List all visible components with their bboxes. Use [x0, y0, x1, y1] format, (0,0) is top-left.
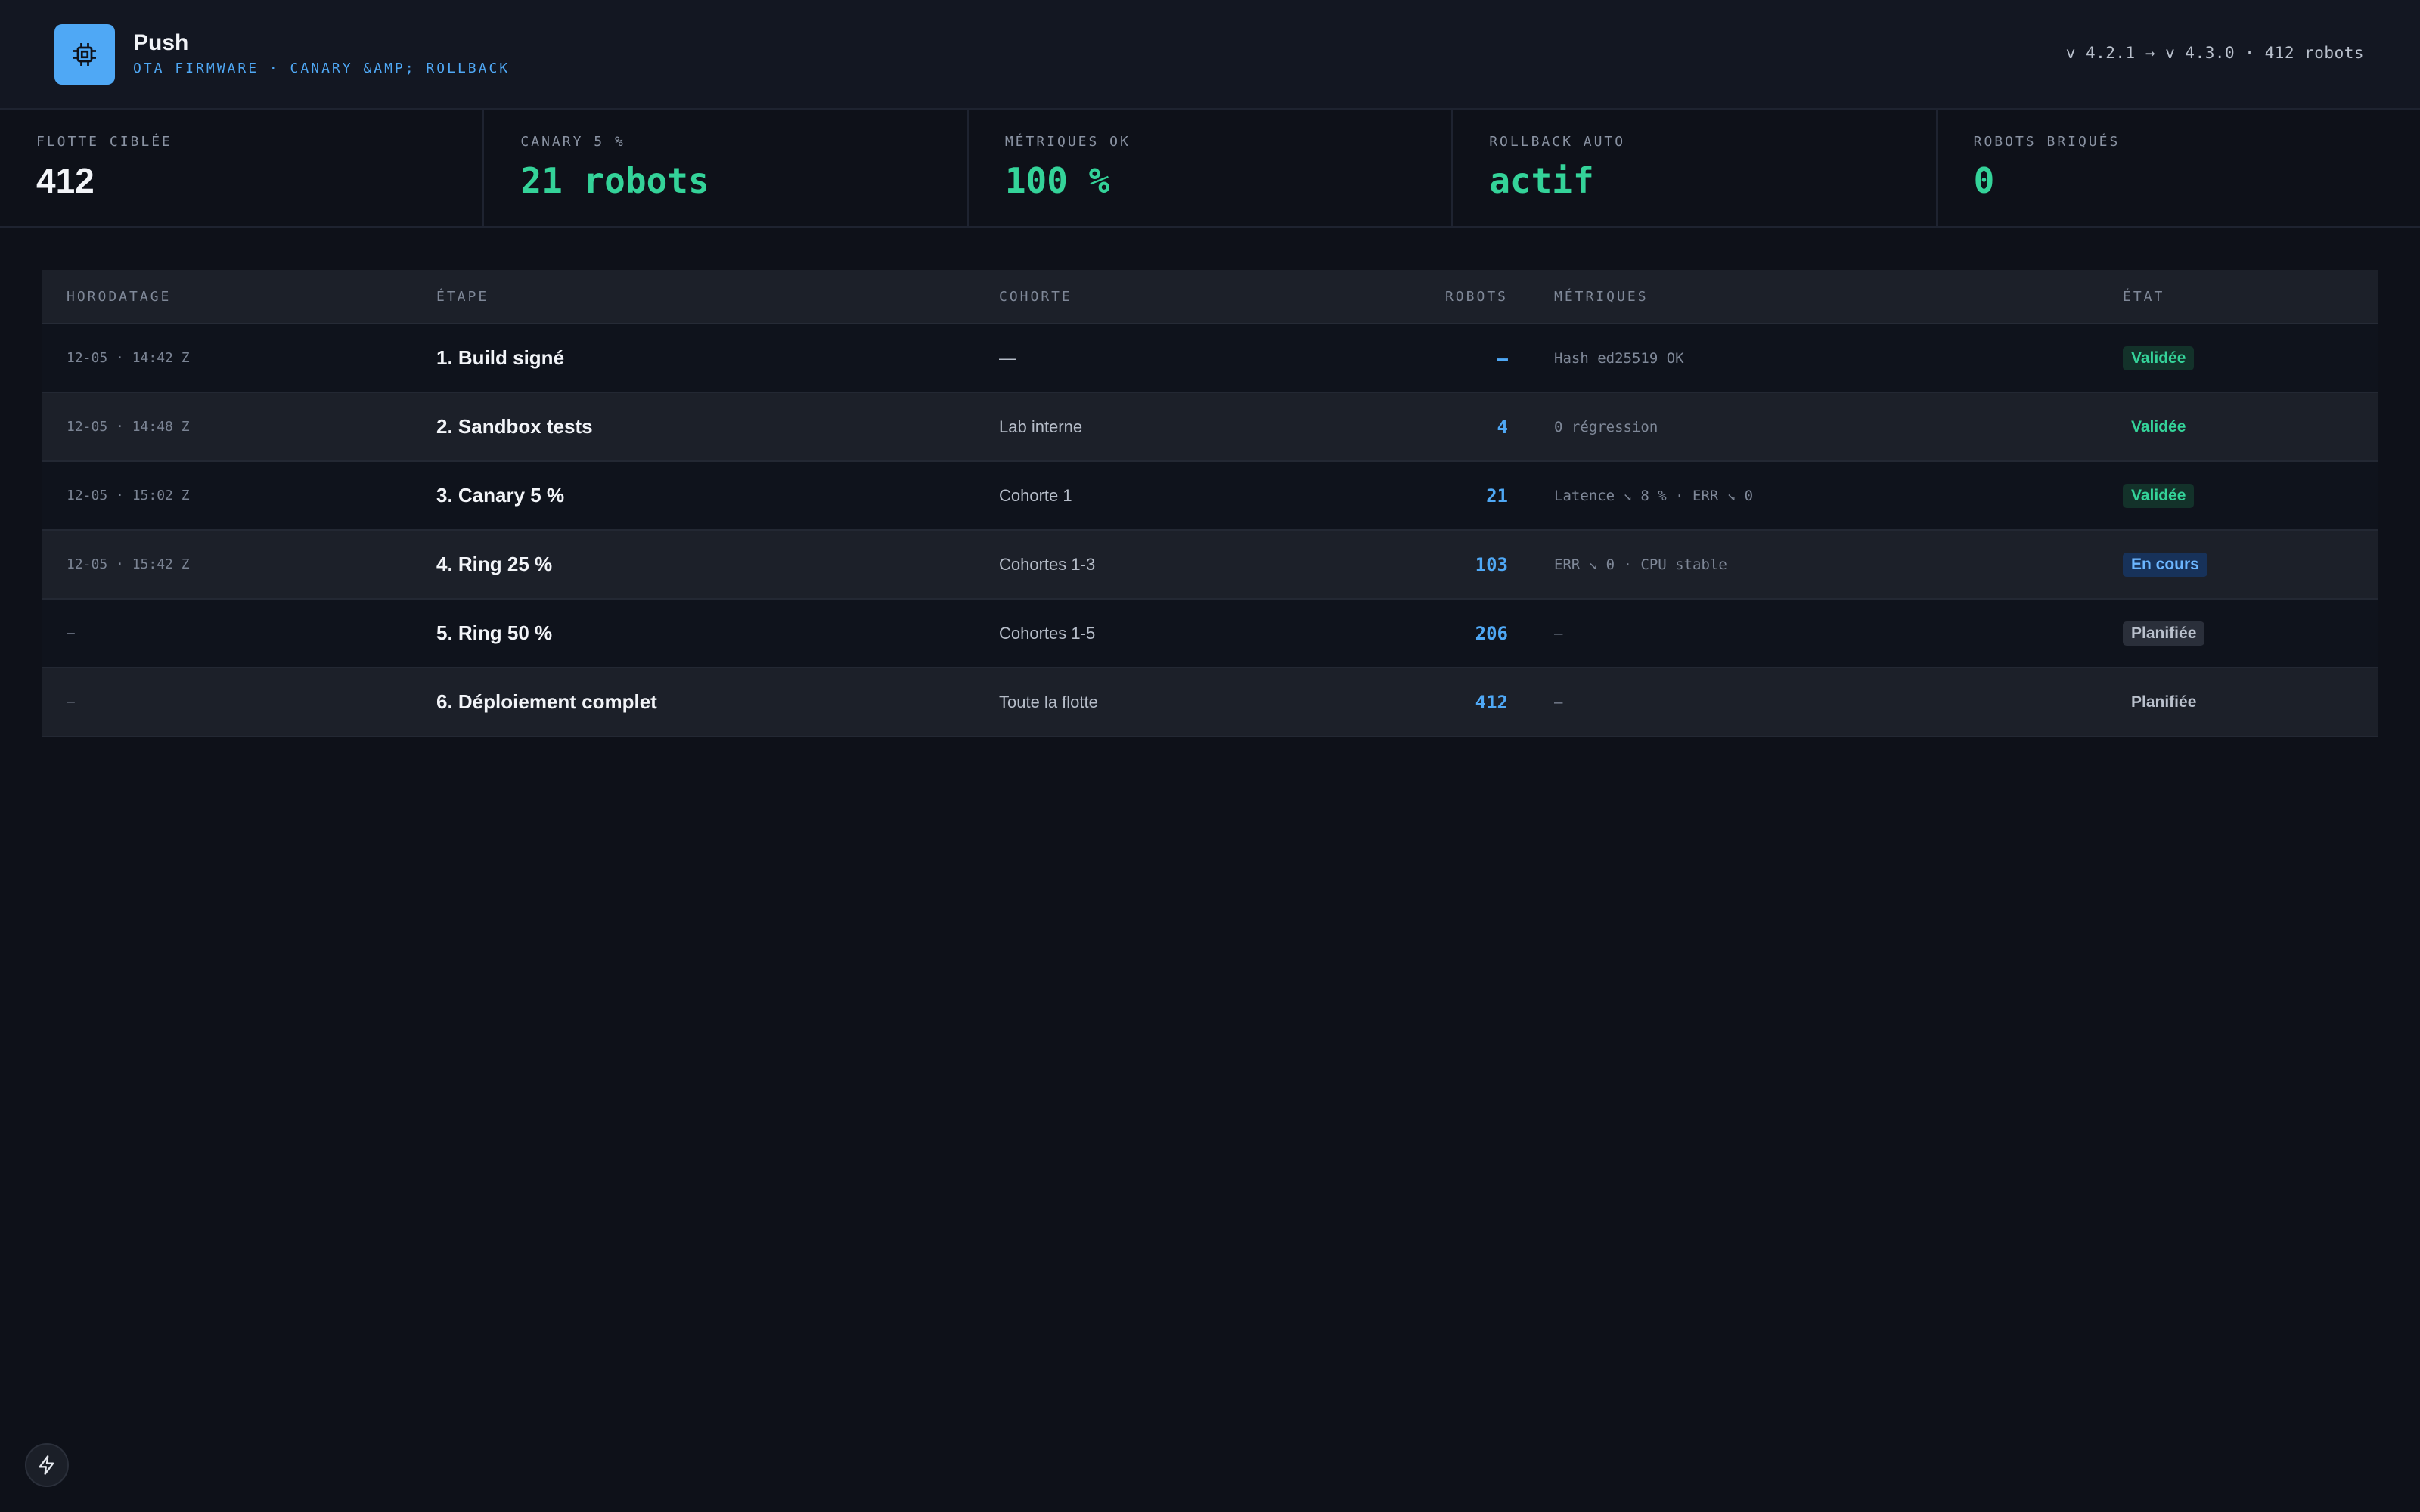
- row-time: 12-05 · 15:42 Z: [67, 556, 190, 572]
- row-time: –: [67, 625, 75, 641]
- kpi-value: 21 robots: [520, 160, 709, 201]
- column-header-time[interactable]: HORODATAGE: [67, 289, 171, 305]
- row-metrics: –: [1554, 693, 1563, 711]
- row-step: 4. Ring 25 %: [436, 553, 553, 575]
- row-cohort: Cohorte 1: [999, 485, 1072, 505]
- row-step: 3. Canary 5 %: [436, 484, 565, 507]
- column-header-cohort[interactable]: COHORTE: [999, 289, 1072, 305]
- row-time: –: [67, 694, 75, 710]
- kpi-target-fleet: FLOTTE CIBLÉE 412: [0, 110, 485, 226]
- row-time: 12-05 · 14:42 Z: [67, 350, 190, 366]
- row-cohort: Cohortes 1-5: [999, 623, 1096, 643]
- row-cohort: Cohortes 1-3: [999, 554, 1096, 574]
- table-row[interactable]: – 5. Ring 50 % Cohortes 1-5 206 – Planif…: [42, 600, 2378, 668]
- kpi-value: actif: [1489, 160, 1594, 201]
- row-robots: 21: [1486, 485, 1508, 507]
- table-header: HORODATAGE ÉTAPE COHORTE ROBOTS MÉTRIQUE…: [42, 270, 2378, 324]
- row-robots: 103: [1475, 553, 1508, 575]
- status-badge: Validée: [2123, 483, 2195, 508]
- row-robots: —: [1497, 347, 1508, 369]
- row-metrics: Latence ↘ 8 % · ERR ↘ 0: [1554, 487, 1754, 504]
- row-robots: 206: [1475, 622, 1508, 644]
- kpi-label: FLOTTE CIBLÉE: [36, 134, 172, 150]
- table-row[interactable]: 12-05 · 14:48 Z 2. Sandbox tests Lab int…: [42, 393, 2378, 462]
- kpi-bricked-robots: ROBOTS BRIQUÉS 0: [1938, 110, 2420, 226]
- row-state: Planifiée: [2123, 600, 2205, 667]
- column-header-step[interactable]: ÉTAPE: [436, 289, 489, 305]
- table-row[interactable]: – 6. Déploiement complet Toute la flotte…: [42, 668, 2378, 737]
- status-badge: Validée: [2131, 417, 2186, 435]
- kpi-label: ROLLBACK AUTO: [1489, 134, 1626, 150]
- row-robots: 412: [1475, 691, 1508, 713]
- table-row[interactable]: 12-05 · 15:02 Z 3. Canary 5 % Cohorte 1 …: [42, 462, 2378, 531]
- row-cohort: Lab interne: [999, 417, 1083, 436]
- kpi-label: MÉTRIQUES OK: [1004, 134, 1131, 150]
- kpi-metrics-ok: MÉTRIQUES OK 100 %: [969, 110, 1454, 226]
- row-time: 12-05 · 14:48 Z: [67, 419, 190, 435]
- status-badge: Planifiée: [2123, 621, 2205, 646]
- bolt-button[interactable]: [25, 1443, 69, 1487]
- row-metrics: 0 régression: [1554, 418, 1658, 435]
- kpi-value: 0: [1973, 160, 1995, 201]
- row-metrics: ERR ↘ 0 · CPU stable: [1554, 556, 1727, 573]
- row-step: 6. Déploiement complet: [436, 690, 657, 713]
- kpi-rollback-auto: ROLLBACK AUTO actif: [1453, 110, 1938, 226]
- version-info: v 4.2.1 → v 4.3.0 · 412 robots: [2065, 44, 2364, 62]
- status-badge: Planifiée: [2131, 692, 2197, 711]
- status-badge: En cours: [2123, 552, 2207, 577]
- column-header-metrics[interactable]: MÉTRIQUES: [1554, 289, 1649, 305]
- row-cohort: Toute la flotte: [999, 692, 1098, 711]
- kpi-value: 412: [36, 161, 95, 200]
- row-step: 2. Sandbox tests: [436, 415, 593, 438]
- row-metrics: –: [1554, 624, 1563, 642]
- row-metrics: Hash ed25519 OK: [1554, 349, 1684, 367]
- row-step: 5. Ring 50 %: [436, 621, 553, 644]
- column-header-robots[interactable]: ROBOTS: [1445, 289, 1508, 305]
- kpi-label: CANARY 5 %: [520, 134, 625, 150]
- row-state: Planifiée: [2123, 668, 2204, 736]
- kpi-value: 100 %: [1004, 160, 1110, 201]
- row-time: 12-05 · 15:02 Z: [67, 488, 190, 503]
- row-state: Validée: [2123, 462, 2195, 529]
- chip-icon: [54, 24, 115, 85]
- row-state: En cours: [2123, 531, 2207, 598]
- row-state: Validée: [2123, 324, 2195, 392]
- app-header: Push OTA FIRMWARE · CANARY &AMP; ROLLBAC…: [0, 0, 2420, 110]
- row-step: 1. Build signé: [436, 346, 565, 369]
- kpi-canary: CANARY 5 % 21 robots: [484, 110, 969, 226]
- status-badge: Validée: [2123, 345, 2195, 370]
- row-state: Validée: [2123, 393, 2194, 460]
- bolt-icon: [39, 1455, 54, 1475]
- app-title: Push: [133, 30, 189, 55]
- row-cohort: —: [999, 348, 1016, 367]
- rollout-table: HORODATAGE ÉTAPE COHORTE ROBOTS MÉTRIQUE…: [42, 270, 2378, 737]
- app-subtitle: OTA FIRMWARE · CANARY &AMP; ROLLBACK: [133, 60, 510, 76]
- row-robots: 4: [1497, 416, 1508, 438]
- kpi-strip: FLOTTE CIBLÉE 412 CANARY 5 % 21 robots M…: [0, 110, 2420, 228]
- table-row[interactable]: 12-05 · 14:42 Z 1. Build signé — — Hash …: [42, 324, 2378, 393]
- kpi-label: ROBOTS BRIQUÉS: [1973, 134, 2121, 150]
- column-header-state[interactable]: ÉTAT: [2123, 289, 2164, 305]
- table-row[interactable]: 12-05 · 15:42 Z 4. Ring 25 % Cohortes 1-…: [42, 531, 2378, 600]
